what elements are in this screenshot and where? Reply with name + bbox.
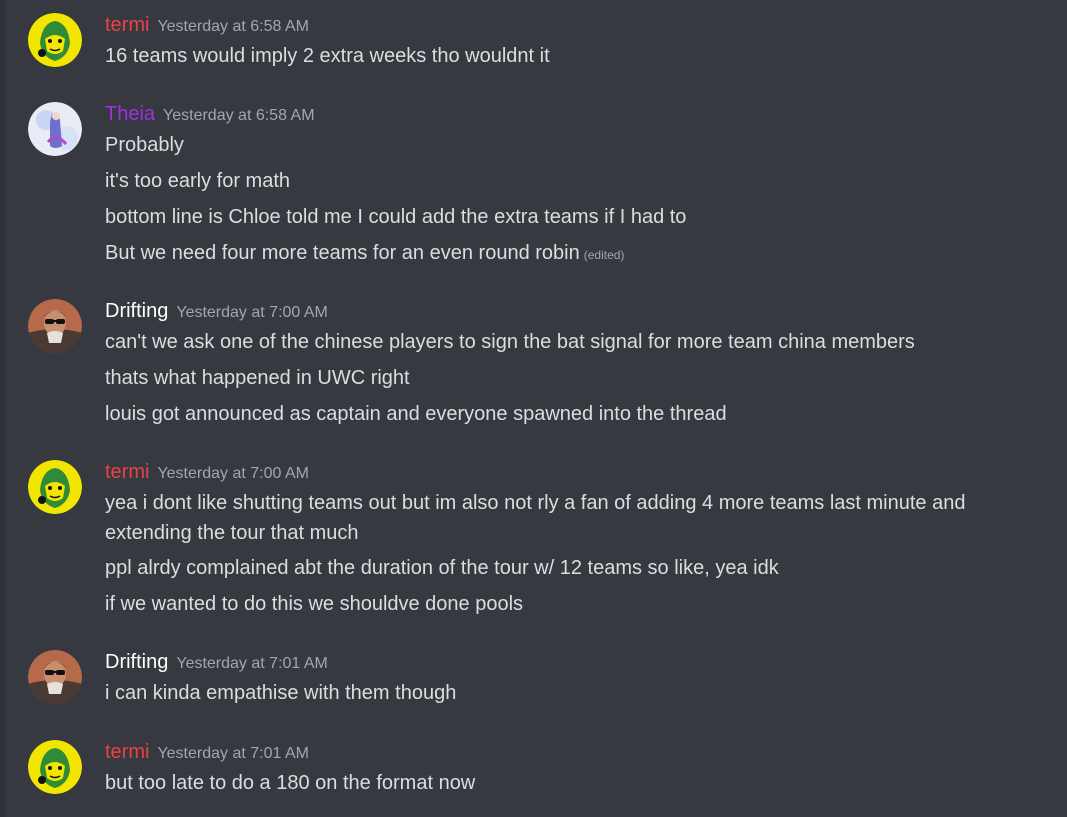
message-text: But we need four more teams for an even … xyxy=(105,238,1025,270)
author-name[interactable]: termi xyxy=(105,741,149,763)
message-text: ppl alrdy complained abt the duration of… xyxy=(105,557,779,579)
left-rail xyxy=(0,0,6,817)
timestamp: Yesterday at 7:00 AM xyxy=(157,465,309,482)
edited-marker: (edited) xyxy=(583,248,625,262)
author-name[interactable]: termi xyxy=(105,14,149,36)
man-with-sunglasses-avatar[interactable] xyxy=(28,650,82,704)
message-header: termi Yesterday at 7:01 AM xyxy=(105,741,309,767)
message-text: yea i dont like shutting teams out but i… xyxy=(105,492,966,544)
yellow-face-avatar[interactable] xyxy=(28,740,82,794)
message-text: i can kinda empathise with them though xyxy=(105,682,457,704)
author-name[interactable]: Drifting xyxy=(105,651,168,673)
message-text: thats what happened in UWC right xyxy=(105,367,410,389)
message-header: termi Yesterday at 7:00 AM xyxy=(105,461,309,487)
timestamp: Yesterday at 6:58 AM xyxy=(163,107,315,124)
message-header: Drifting Yesterday at 7:01 AM xyxy=(105,651,328,677)
message-header: Drifting Yesterday at 7:00 AM xyxy=(105,300,328,326)
timestamp: Yesterday at 7:01 AM xyxy=(157,745,309,762)
message-header: Theia Yesterday at 6:58 AM xyxy=(105,103,315,129)
yellow-face-avatar[interactable] xyxy=(28,460,82,514)
message-text: bottom line is Chloe told me I could add… xyxy=(105,206,687,228)
timestamp: Yesterday at 6:58 AM xyxy=(157,18,309,35)
author-name[interactable]: Theia xyxy=(105,103,155,125)
message-text: 16 teams would imply 2 extra weeks tho w… xyxy=(105,45,550,67)
anime-character-avatar[interactable] xyxy=(28,102,82,156)
message-text-content: But we need four more teams for an even … xyxy=(105,242,580,264)
yellow-face-avatar[interactable] xyxy=(28,13,82,67)
timestamp: Yesterday at 7:00 AM xyxy=(176,304,328,321)
message-text: can't we ask one of the chinese players … xyxy=(105,331,915,353)
message-text: if we wanted to do this we shouldve done… xyxy=(105,593,524,615)
message-text: louis got announced as captain and every… xyxy=(105,403,727,425)
message-text: Probably xyxy=(105,134,184,156)
message-text: but too late to do a 180 on the format n… xyxy=(105,772,476,794)
message-text: it's too early for math xyxy=(105,170,290,192)
timestamp: Yesterday at 7:01 AM xyxy=(176,655,328,672)
author-name[interactable]: termi xyxy=(105,461,149,483)
message-header: termi Yesterday at 6:58 AM xyxy=(105,14,309,40)
man-with-sunglasses-avatar[interactable] xyxy=(28,299,82,353)
author-name[interactable]: Drifting xyxy=(105,300,168,322)
